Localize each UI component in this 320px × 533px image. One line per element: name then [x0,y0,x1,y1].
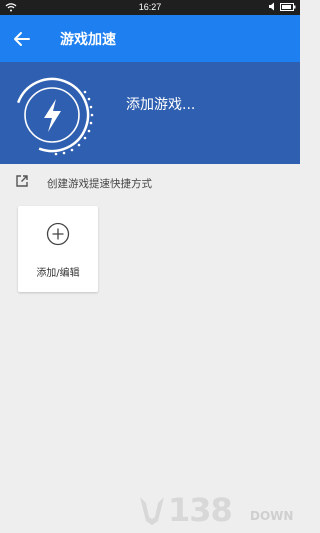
create-shortcut-row[interactable]: 创建游戏提速快捷方式 [0,170,300,194]
arrow-left-icon[interactable] [11,28,33,50]
add-game-prompt[interactable]: 添加游戏... [126,94,195,114]
create-shortcut-label: 创建游戏提速快捷方式 [47,178,152,190]
watermark-number: 138 [168,491,233,529]
status-bar: 16:27 [0,0,300,15]
plus-circle-icon [46,222,70,246]
watermark-logo [140,497,164,525]
status-time: 16:27 [138,2,162,12]
hero-panel: 添加游戏... [0,62,300,164]
watermark: 138 DOWN [138,491,298,529]
page-title: 游戏加速 [60,32,116,48]
add-edit-label: 添加/编辑 [36,268,80,279]
open-external-icon [16,175,28,187]
lightning-bolt-icon[interactable] [12,72,98,158]
app-bar: 游戏加速 [0,15,300,62]
sound-icon [269,2,274,11]
add-edit-card[interactable]: 添加/编辑 [18,206,98,292]
battery-icon [280,2,296,11]
watermark-suffix: DOWN [250,509,294,523]
